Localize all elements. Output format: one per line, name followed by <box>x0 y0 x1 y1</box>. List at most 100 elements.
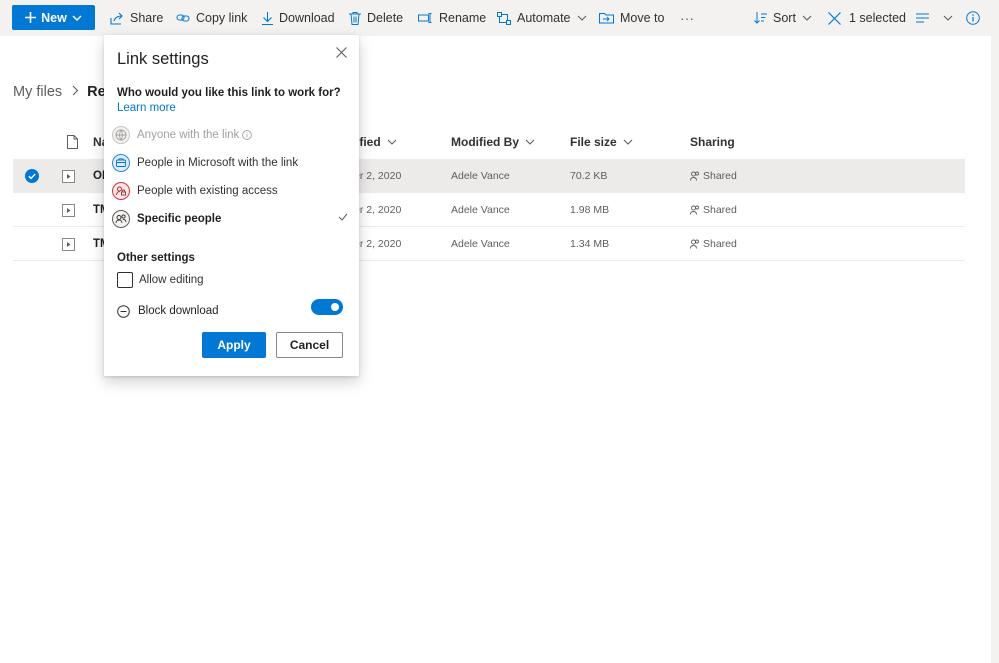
column-modified[interactable]: ified <box>356 127 397 157</box>
sort-label: Sort <box>773 11 796 25</box>
command-bar: New Share Copy link Download Delete Rena… <box>0 0 999 36</box>
chevron-down-icon <box>623 139 633 145</box>
column-modified-by-label: Modified By <box>451 135 519 149</box>
cancel-button[interactable]: Cancel <box>276 332 343 358</box>
chevron-down-icon <box>802 15 812 21</box>
file-modified-by[interactable]: Adele Vance <box>451 159 510 193</box>
apply-button[interactable]: Apply <box>202 332 266 358</box>
option-anyone-label: Anyone with the link <box>137 129 240 141</box>
link-icon <box>176 14 190 22</box>
file-type-icon[interactable] <box>61 127 78 157</box>
chevron-down-icon <box>577 15 586 21</box>
option-existing-access[interactable]: People with existing access <box>111 178 352 204</box>
people-icon <box>690 171 699 181</box>
option-specific-people-label: Specific people <box>137 213 222 225</box>
people-lock-icon <box>111 181 131 201</box>
column-file-size-label: File size <box>570 135 617 149</box>
rename-button[interactable]: Rename <box>418 0 486 36</box>
selected-count: 1 selected <box>849 11 906 25</box>
share-label: Share <box>130 11 164 25</box>
file-size: 1.98 MB <box>570 204 610 216</box>
row-checkmark-icon[interactable] <box>25 159 39 193</box>
automate-icon <box>497 11 511 25</box>
link-settings-panel: Link settings Who would you like this li… <box>104 35 359 376</box>
option-existing-access-label: People with existing access <box>137 185 278 197</box>
column-sharing[interactable]: Sharing <box>690 127 735 157</box>
file-sharing[interactable]: Shared <box>690 159 737 193</box>
checkbox-box <box>117 272 133 288</box>
sort-button[interactable]: Sort <box>754 0 818 36</box>
toggle-knob <box>331 303 339 311</box>
allow-editing-label: Allow editing <box>139 274 204 286</box>
video-file-icon <box>62 159 75 193</box>
share-button[interactable]: Share <box>110 0 163 36</box>
option-specific-people[interactable]: Specific people <box>111 206 352 232</box>
automate-button[interactable]: Automate <box>497 0 593 36</box>
close-icon <box>828 11 841 25</box>
people-icon <box>690 205 699 215</box>
close-button[interactable] <box>333 44 349 60</box>
info-icon <box>966 11 980 25</box>
copy-link-button[interactable]: Copy link <box>176 0 247 36</box>
info-button[interactable] <box>966 0 986 36</box>
download-label: Download <box>279 11 335 25</box>
file-modified: er 2, 2020 <box>354 204 402 216</box>
block-download-label: Block download <box>138 305 219 317</box>
option-people-in-org-label: People in Microsoft with the link <box>137 157 299 169</box>
copy-link-label: Copy link <box>196 11 248 25</box>
new-button-label: New <box>41 10 67 25</box>
file-modified-by[interactable]: Adele Vance <box>451 193 510 227</box>
clear-selection-button[interactable]: 1 selected <box>828 0 906 36</box>
download-button[interactable]: Download <box>262 0 335 36</box>
sort-icon <box>754 12 767 24</box>
learn-more-link[interactable]: Learn more <box>117 102 176 114</box>
chevron-right-icon <box>72 84 79 100</box>
column-file-size[interactable]: File size <box>570 127 633 157</box>
file-sharing-label: Shared <box>703 170 737 182</box>
block-download-toggle[interactable] <box>311 299 343 315</box>
option-people-in-org[interactable]: People in Microsoft with the link <box>111 150 352 176</box>
move-to-label: Move to <box>620 11 665 25</box>
chevron-down-icon <box>72 15 82 21</box>
checkmark-icon <box>338 213 348 221</box>
allow-editing-checkbox[interactable]: Allow editing <box>117 270 204 290</box>
column-modified-by[interactable]: Modified By <box>451 127 535 157</box>
delete-label: Delete <box>367 11 404 25</box>
share-icon <box>110 12 123 25</box>
block-icon <box>117 304 130 318</box>
download-icon <box>262 11 273 25</box>
people-icon <box>690 239 699 249</box>
move-to-button[interactable]: Move to <box>599 0 664 36</box>
delete-button[interactable]: Delete <box>349 0 403 36</box>
more-commands-button[interactable]: ··· <box>680 0 694 36</box>
file-size: 70.2 KB <box>570 170 608 182</box>
video-file-icon <box>62 227 75 261</box>
info-icon <box>242 130 253 140</box>
column-modified-label: ified <box>356 135 381 149</box>
other-settings-heading: Other settings <box>117 252 195 264</box>
chevron-down-icon <box>525 139 535 145</box>
option-anyone-with-link[interactable]: Anyone with the link <box>111 122 352 148</box>
link-settings-title: Link settings <box>117 50 209 68</box>
file-sharing[interactable]: Shared <box>690 227 737 261</box>
audience-question: Who would you like this link to work for… <box>117 87 341 99</box>
breadcrumb-my-files[interactable]: My files <box>13 84 62 100</box>
file-sharing-label: Shared <box>703 204 737 216</box>
move-folder-icon <box>599 13 614 24</box>
new-button[interactable]: New <box>12 5 95 30</box>
file-modified: er 2, 2020 <box>354 238 402 250</box>
rename-label: Rename <box>439 11 487 25</box>
file-sharing[interactable]: Shared <box>690 193 737 227</box>
file-modified: er 2, 2020 <box>354 170 402 182</box>
specific-people-icon <box>111 209 131 229</box>
chevron-down-icon <box>387 139 397 145</box>
scrollbar-track[interactable] <box>991 36 999 663</box>
file-size: 1.34 MB <box>570 238 610 250</box>
file-modified-by[interactable]: Adele Vance <box>451 227 510 261</box>
view-options-button[interactable] <box>916 0 959 36</box>
breadcrumb: My files Rec <box>13 84 114 100</box>
view-list-icon <box>916 13 929 23</box>
video-file-icon <box>62 193 75 227</box>
file-sharing-label: Shared <box>703 238 737 250</box>
trash-icon <box>349 11 361 25</box>
